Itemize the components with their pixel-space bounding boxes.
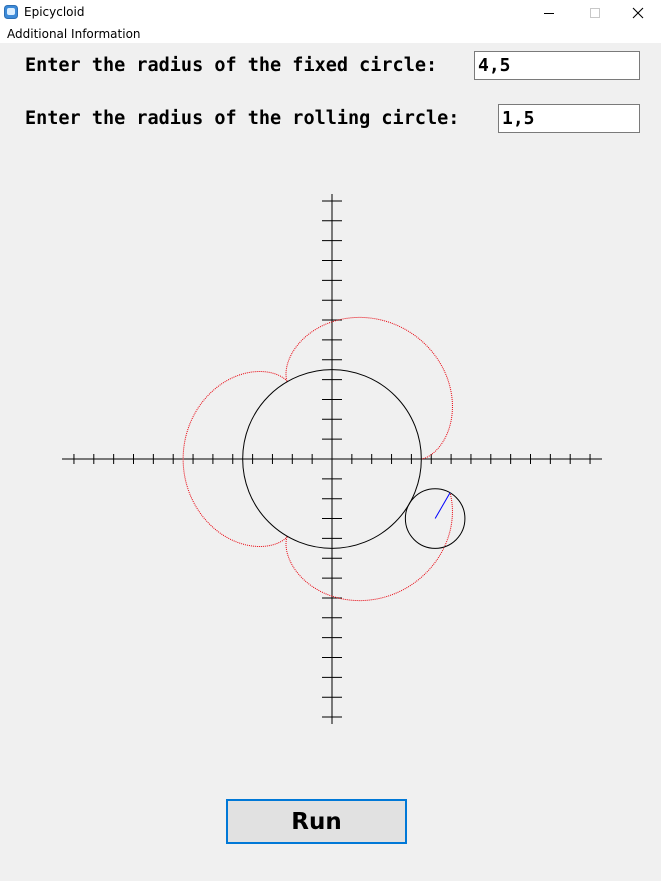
run-button[interactable]: Run	[226, 799, 407, 844]
epicycloid-plot	[62, 194, 602, 724]
run-button-label: Run	[291, 808, 342, 835]
rolling-radius-line	[434, 492, 451, 519]
coordinate-axes	[62, 194, 602, 724]
